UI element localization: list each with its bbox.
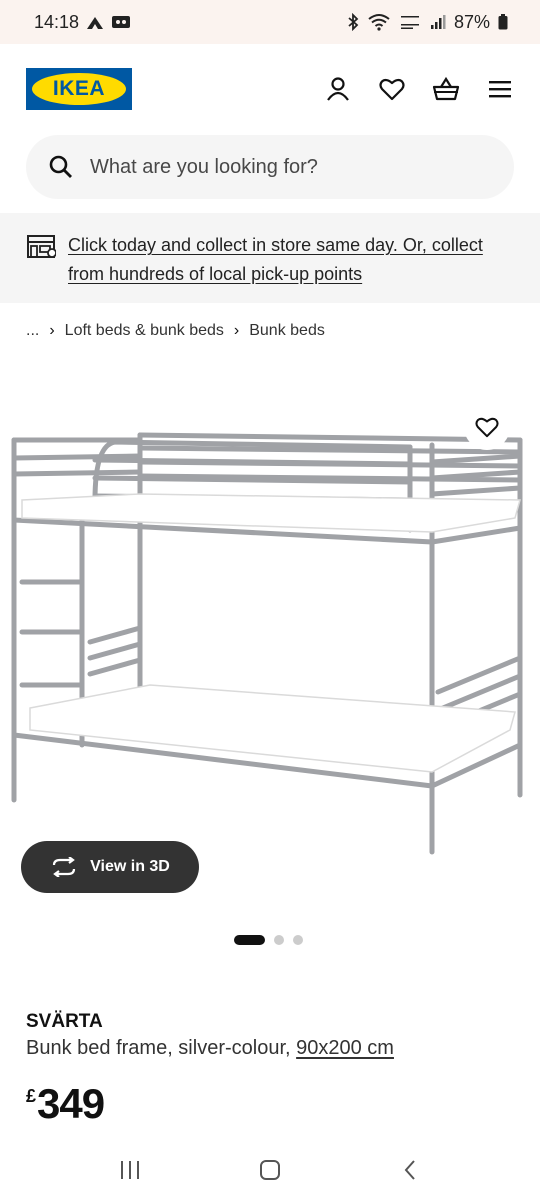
menu-icon (489, 81, 511, 98)
image-carousel-indicator (234, 935, 303, 945)
search-bar[interactable] (26, 135, 514, 199)
logo-text: IKEA (32, 73, 126, 105)
chevron-right-icon: › (233, 322, 240, 339)
battery-icon (498, 14, 508, 30)
breadcrumb: ... › Loft beds & bunk beds › Bunk beds (26, 320, 325, 342)
view-in-3d-label: View in 3D (90, 858, 170, 875)
breadcrumb-item-loft-bunk-beds[interactable]: Loft beds & bunk beds (65, 322, 224, 340)
product-description-text: Bunk bed frame, silver-colour, (26, 1037, 297, 1059)
recent-apps-button[interactable] (110, 1150, 150, 1190)
wifi-icon (368, 14, 390, 31)
breadcrumb-item-bunk-beds[interactable]: Bunk beds (249, 322, 325, 340)
product-description: Bunk bed frame, silver-colour, 90x200 cm (26, 1037, 394, 1060)
recent-apps-icon (121, 1161, 139, 1179)
basket-icon (432, 76, 460, 101)
carousel-dot-3[interactable] (293, 935, 303, 945)
status-right: 87% (346, 12, 508, 33)
favourites-button[interactable] (378, 75, 406, 103)
signal-icon (430, 15, 446, 29)
header-icons (324, 75, 514, 103)
home-icon (260, 1160, 280, 1180)
status-left: 14:18 (34, 12, 131, 33)
battery-percent: 87% (453, 11, 490, 32)
account-icon (327, 77, 349, 101)
bluetooth-icon (348, 13, 359, 31)
product-price: £ 349 (26, 1080, 105, 1128)
search-input[interactable] (90, 155, 490, 179)
heart-icon (475, 417, 499, 438)
menu-button[interactable] (486, 75, 514, 103)
price-value: 349 (37, 1080, 105, 1127)
account-button[interactable] (324, 75, 352, 103)
banner-text[interactable]: Click today and collect in store same da… (68, 231, 514, 289)
system-navigation-bar (0, 1140, 540, 1200)
heart-icon (379, 78, 405, 101)
add-to-favourites-button[interactable] (464, 404, 510, 450)
back-icon (404, 1160, 415, 1180)
volte-icon (400, 16, 419, 29)
ikea-logo[interactable]: IKEA (26, 68, 132, 110)
price-currency: £ (26, 1086, 37, 1106)
store-icon (27, 235, 56, 258)
product-image[interactable] (0, 400, 540, 880)
carousel-dot-1[interactable] (234, 935, 265, 945)
view-in-3d-button[interactable]: View in 3D (21, 841, 199, 893)
back-button[interactable] (390, 1150, 430, 1190)
home-button[interactable] (250, 1150, 290, 1190)
rotate-3d-icon (53, 857, 76, 877)
chevron-right-icon: › (49, 322, 55, 339)
carousel-dot-2[interactable] (274, 935, 284, 945)
search-icon (49, 155, 72, 178)
status-bar: 14:18 87% (0, 0, 540, 44)
voicemail-icon (112, 16, 131, 28)
click-collect-banner[interactable]: Click today and collect in store same da… (0, 213, 540, 303)
product-name: SVÄRTA (26, 1011, 103, 1032)
app-notification-icon (87, 17, 104, 29)
product-size-link[interactable]: 90x200 cm (296, 1037, 394, 1059)
site-header: IKEA (0, 44, 540, 134)
basket-button[interactable] (432, 75, 460, 103)
breadcrumb-ellipsis[interactable]: ... (26, 322, 39, 340)
status-time: 14:18 (34, 11, 80, 32)
